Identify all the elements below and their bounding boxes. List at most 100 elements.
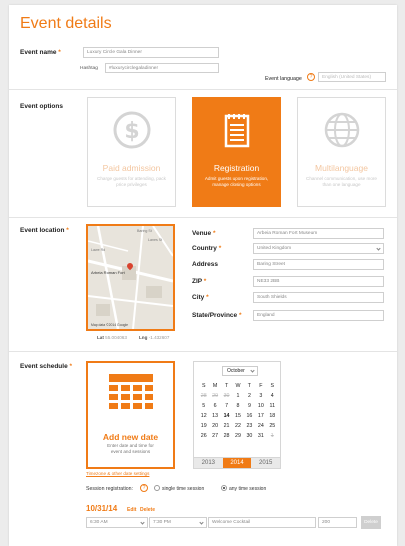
- location-field-label: ZIP *: [192, 278, 207, 285]
- date-picker-calendar[interactable]: October S M T W T F S 28 29 30 1 2 3 4 5 6 7 8 9 10 11 12 13 14…: [193, 361, 281, 469]
- single-session-radio[interactable]: [154, 485, 160, 491]
- start-time-select[interactable]: 6:30 AM: [86, 517, 148, 528]
- timezone-settings-link[interactable]: Timezone & other date settings: [86, 471, 149, 476]
- calendar-day[interactable]: 18: [267, 412, 278, 420]
- hashtag-label: Hashtag: [80, 66, 98, 71]
- calendar-day[interactable]: 27: [209, 432, 220, 440]
- calendar-day[interactable]: 26: [198, 432, 209, 440]
- calendar-day[interactable]: 29: [232, 432, 243, 440]
- lng-readout: Lng -1.432607: [139, 335, 170, 340]
- calendar-day[interactable]: 10: [255, 402, 266, 410]
- year-option[interactable]: 2014: [222, 458, 252, 468]
- calendar-day[interactable]: 12: [198, 412, 209, 420]
- weekday-header: W: [235, 383, 241, 389]
- weekday-header: S: [270, 383, 275, 389]
- weekday-header: F: [259, 383, 263, 389]
- lat-readout: Lat 55.004063: [97, 335, 127, 340]
- location-field-label: City *: [192, 294, 209, 301]
- option-card-registration[interactable]: Registration Admit guests upon registrat…: [192, 97, 281, 207]
- help-icon[interactable]: ?: [140, 484, 148, 492]
- option-card-title: Multilanguage: [315, 163, 368, 173]
- calendar-day[interactable]: 4: [267, 392, 278, 400]
- calendar-day[interactable]: 24: [255, 422, 266, 430]
- chevron-down-icon: [199, 520, 204, 525]
- calendar-grid-icon: [109, 374, 153, 409]
- calendar-day[interactable]: 29: [209, 392, 220, 400]
- page-title: Event details: [20, 15, 112, 32]
- calendar-day[interactable]: 16: [244, 412, 255, 420]
- calendar-day[interactable]: 23: [244, 422, 255, 430]
- year-option[interactable]: 2015: [251, 458, 280, 468]
- option-card-paid-admission[interactable]: $ Paid admission Charge guests for atten…: [87, 97, 176, 207]
- calendar-day[interactable]: 8: [232, 402, 243, 410]
- calendar-day[interactable]: 28: [221, 432, 232, 440]
- end-time-select[interactable]: 7:30 PM: [149, 517, 207, 528]
- any-session-radio[interactable]: [221, 485, 227, 491]
- month-select[interactable]: October: [222, 366, 258, 376]
- option-card-desc: Charge guests for attending, pack price …: [97, 176, 166, 187]
- location-field-input[interactable]: NE33 2BB: [253, 276, 384, 287]
- calendar-day[interactable]: 1: [232, 392, 243, 400]
- option-card-desc: Admit guests upon registration, manage c…: [204, 176, 269, 187]
- calendar-day[interactable]: 2: [244, 392, 255, 400]
- location-field-label: Country *: [192, 245, 222, 252]
- event-location-label: Event location *: [20, 227, 69, 234]
- calendar-day[interactable]: 13: [209, 412, 220, 420]
- option-card-desc: Channel communication, use more than one…: [306, 176, 377, 187]
- year-switcher[interactable]: 2013 2014 2015: [194, 457, 280, 468]
- event-name-input[interactable]: Luxury Circle Gala Dinner: [83, 47, 219, 58]
- calendar-day[interactable]: 28: [198, 392, 209, 400]
- event-options-label: Event options: [20, 103, 63, 110]
- any-session-label: any time session: [229, 486, 267, 492]
- calendar-day[interactable]: 30: [244, 432, 255, 440]
- capacity-input[interactable]: 200: [318, 517, 357, 528]
- calendar-day[interactable]: 20: [209, 422, 220, 430]
- calendar-day[interactable]: 30: [221, 392, 232, 400]
- calendar-day[interactable]: 14: [221, 412, 232, 420]
- calendar-day[interactable]: 9: [244, 402, 255, 410]
- notepad-icon: [224, 114, 250, 148]
- edit-date-link[interactable]: Edit: [127, 507, 136, 513]
- add-new-date-card[interactable]: Add new date Enter date and time for eve…: [86, 361, 175, 469]
- calendar-days: S M T W T F S 28 29 30 1 2 3 4 5 6 7 8 9 10 11 12 13 14 15 16 17 18…: [198, 382, 278, 440]
- calendar-day[interactable]: 5: [198, 402, 209, 410]
- session-name-input[interactable]: Welcome Cocktail: [208, 517, 316, 528]
- delete-session-button[interactable]: Delete: [361, 516, 381, 529]
- help-icon[interactable]: ?: [307, 73, 315, 81]
- event-language-select[interactable]: English (United States): [318, 72, 386, 82]
- calendar-day[interactable]: 3: [255, 392, 266, 400]
- year-option[interactable]: 2013: [194, 458, 223, 468]
- location-field-input[interactable]: Baring Street: [253, 259, 384, 270]
- hashtag-input[interactable]: #luxurycirclegaladinner: [105, 63, 219, 73]
- calendar-day[interactable]: 19: [198, 422, 209, 430]
- location-field-input[interactable]: South Shields: [253, 292, 384, 303]
- calendar-day[interactable]: 22: [232, 422, 243, 430]
- globe-icon: [324, 112, 360, 148]
- calendar-day[interactable]: 25: [267, 422, 278, 430]
- divider: [9, 217, 397, 218]
- location-field-input[interactable]: Arbeia Roman Fort Museum: [253, 228, 384, 239]
- calendar-day[interactable]: 11: [267, 402, 278, 410]
- event-language-label: Event language: [265, 76, 302, 82]
- calendar-day[interactable]: 6: [209, 402, 220, 410]
- location-map[interactable]: Arbeia Roman Fort Lawe Rd Baring St Lane…: [86, 224, 175, 331]
- delete-date-link[interactable]: Delete: [140, 507, 155, 513]
- location-field-input[interactable]: England: [253, 310, 384, 321]
- option-card-title: Registration: [213, 163, 260, 173]
- weekday-header: S: [201, 383, 206, 389]
- calendar-day[interactable]: 17: [255, 412, 266, 420]
- calendar-day[interactable]: 7: [221, 402, 232, 410]
- session-registration-label: Session registration:: [86, 486, 133, 492]
- event-name-label: Event name *: [20, 49, 61, 56]
- option-card-title: Paid admission: [102, 163, 161, 173]
- chevron-down-icon: [140, 520, 145, 525]
- weekday-header: T: [224, 383, 229, 389]
- option-card-multilanguage[interactable]: Multilanguage Channel communication, use…: [297, 97, 386, 207]
- calendar-day[interactable]: 21: [221, 422, 232, 430]
- calendar-day[interactable]: 15: [232, 412, 243, 420]
- add-new-date-title: Add new date: [102, 432, 159, 442]
- calendar-day[interactable]: 1: [267, 432, 278, 440]
- location-field-label: Venue *: [192, 230, 216, 237]
- location-field-select[interactable]: United Kingdom: [253, 243, 384, 254]
- calendar-day[interactable]: 31: [255, 432, 266, 440]
